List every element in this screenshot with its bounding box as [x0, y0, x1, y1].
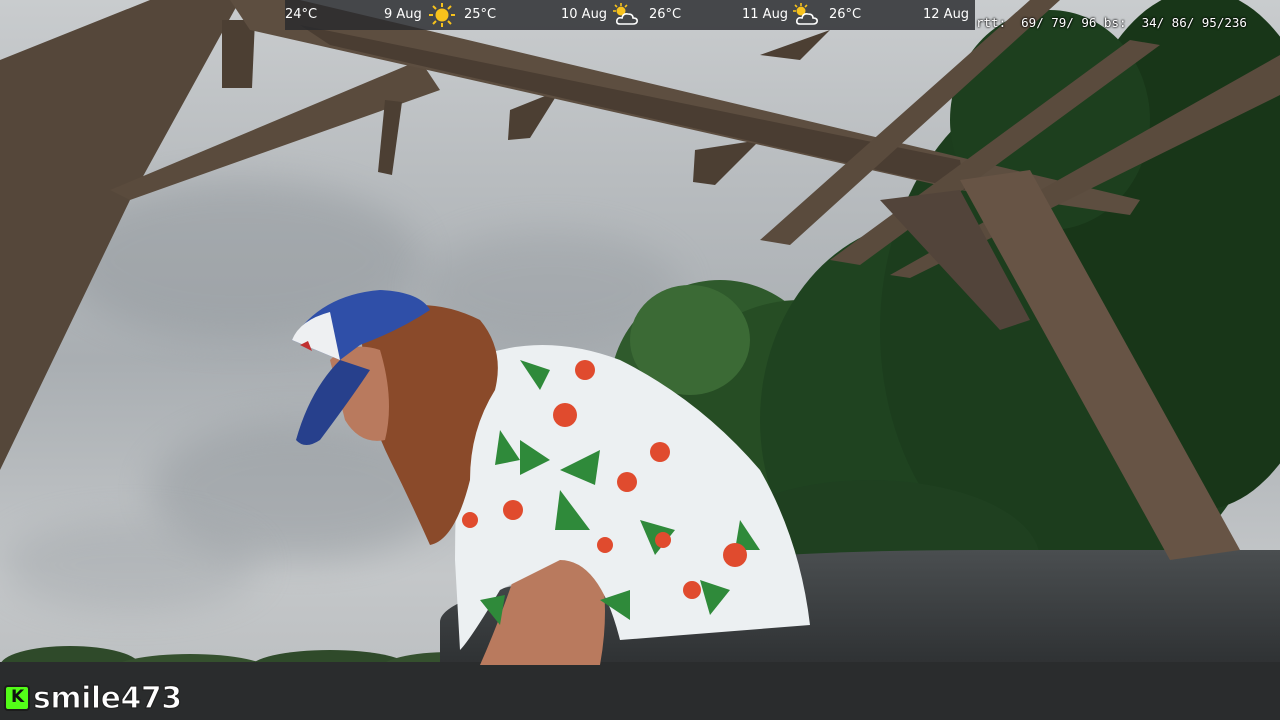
forecast-date: 9 Aug [384, 7, 422, 22]
channel-name: smile473 [32, 680, 182, 716]
channel-watermark: K smile473 [4, 680, 183, 716]
forecast-date: 11 Aug [742, 7, 789, 22]
forecast-temp: 26°C [649, 7, 682, 22]
kick-logo-icon: K [4, 685, 30, 711]
forecast-temp: 26°C [829, 7, 862, 22]
connection-stats: rtt: 69/ 79/ 96 bs: 34/ 86/ 95/236 [976, 15, 1247, 30]
forecast-temp: 24°C [285, 7, 318, 22]
forecast-date: 10 Aug [561, 7, 608, 22]
partly-cloudy-icon [613, 3, 638, 25]
forecast-temp: 25°C [464, 7, 497, 22]
forecast-date: 12 Aug [923, 7, 970, 22]
pergola [0, 0, 1280, 560]
weather-forecast-bar: 24°C 9 Aug 25°C 10 Aug 26°C 11 Aug 26°C … [285, 0, 975, 30]
camera-scene [0, 0, 1280, 720]
sun-icon [429, 3, 455, 27]
partly-cloudy-icon [793, 3, 818, 25]
